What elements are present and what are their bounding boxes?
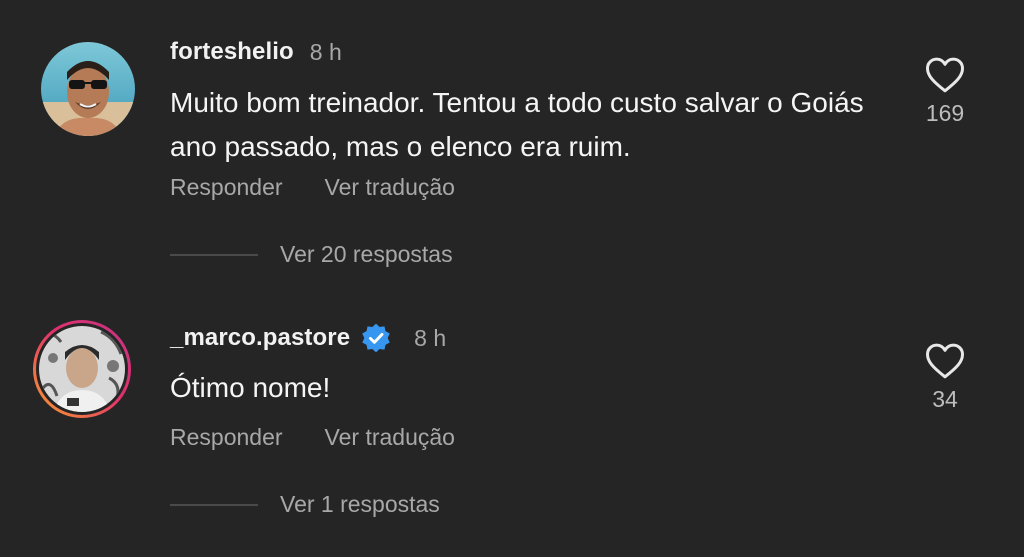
- replies-divider: [170, 503, 258, 506]
- translate-button[interactable]: Ver tradução: [325, 424, 455, 451]
- reply-button[interactable]: Responder: [170, 174, 283, 201]
- avatar[interactable]: [41, 42, 135, 136]
- username[interactable]: forteshelio: [170, 38, 294, 66]
- timestamp: 8 h: [309, 38, 342, 65]
- verified-badge-icon: [362, 323, 390, 353]
- like-count: 34: [932, 386, 958, 412]
- like-count: 169: [925, 100, 965, 126]
- view-replies-button[interactable]: Ver 1 respostas: [280, 491, 440, 518]
- replies-divider: [170, 253, 258, 256]
- heart-outline-icon[interactable]: [925, 342, 965, 380]
- avatar[interactable]: [31, 318, 133, 420]
- reply-button[interactable]: Responder: [170, 424, 283, 451]
- comment-text: Ótimo nome!: [170, 372, 331, 403]
- username[interactable]: _marco.pastore: [170, 324, 350, 352]
- translate-button[interactable]: Ver tradução: [325, 174, 455, 201]
- heart-outline-icon[interactable]: [925, 56, 965, 94]
- timestamp: 8 h: [414, 324, 447, 351]
- view-replies-button[interactable]: Ver 20 respostas: [280, 241, 453, 268]
- comment-text: Muito bom treinador. Tentou a todo custo…: [170, 87, 880, 162]
